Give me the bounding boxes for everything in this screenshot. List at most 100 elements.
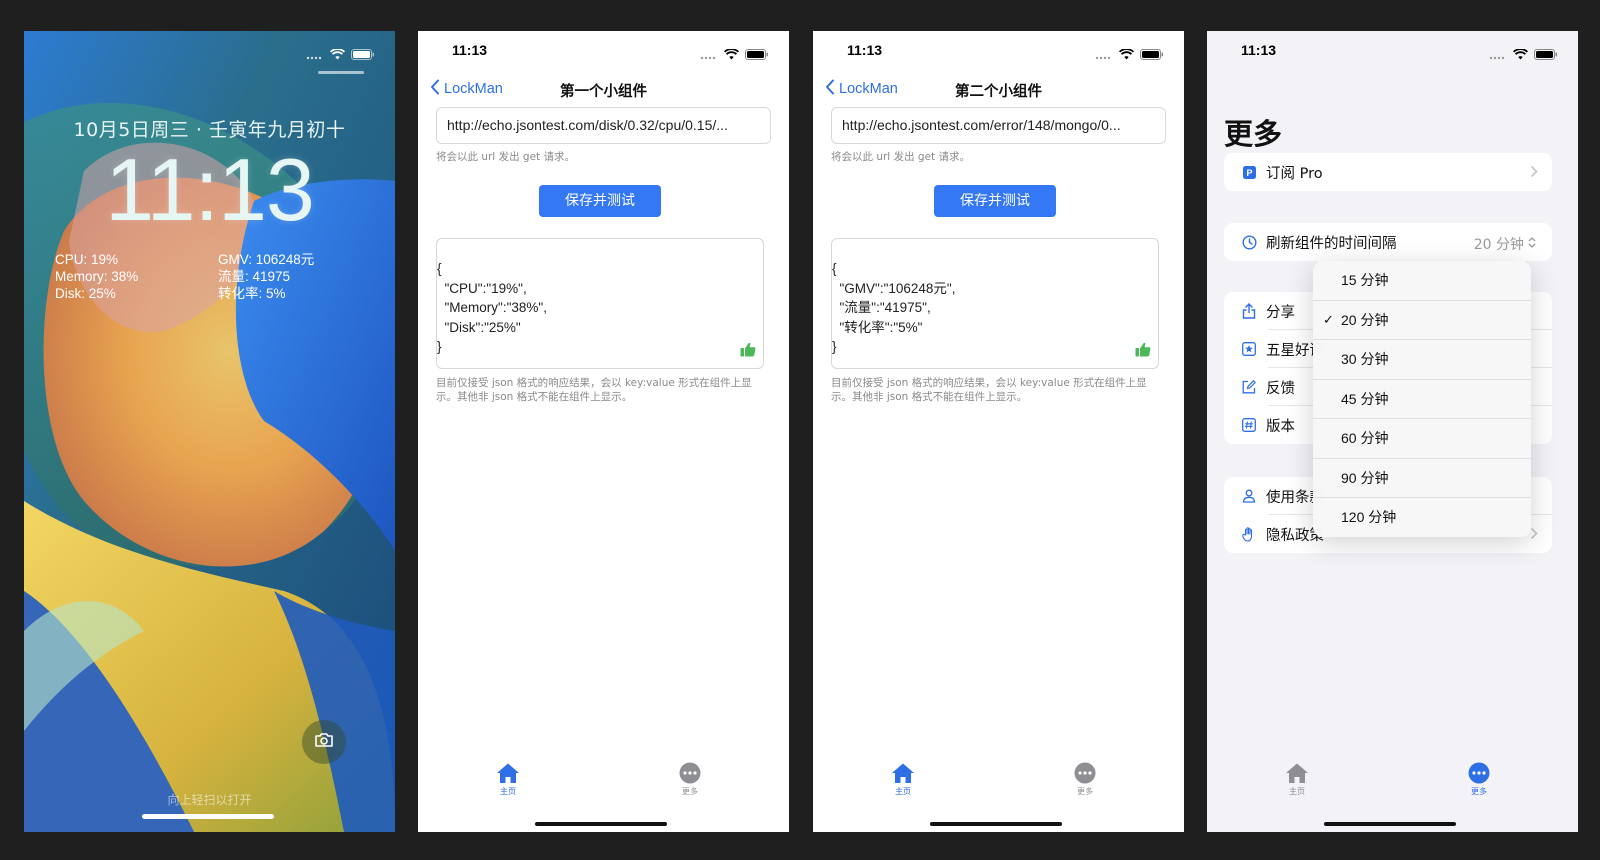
url-input[interactable]: http://echo.jsontest.com/disk/0.32/cpu/0… xyxy=(436,107,771,144)
more-icon xyxy=(1065,762,1105,784)
lock-status-icons xyxy=(306,45,375,64)
interval-option[interactable]: 60 分钟 xyxy=(1313,418,1531,458)
save-and-test-button[interactable]: 保存并测试 xyxy=(934,185,1056,217)
tab-more[interactable]: 更多 xyxy=(670,762,710,797)
camera-icon xyxy=(314,732,334,752)
interval-option[interactable]: 90 分钟 xyxy=(1313,457,1531,498)
compose-icon xyxy=(1240,378,1258,396)
more-icon xyxy=(1459,762,1499,784)
more-screen: 11:13 更多 P 订阅 Pro 刷新组件的时间间隔 20 分钟 分享 五星好… xyxy=(1207,31,1578,832)
tab-more-label: 更多 xyxy=(682,787,698,796)
interval-option[interactable]: 15 分钟 xyxy=(1313,261,1531,300)
page-title: 更多 xyxy=(1224,117,1283,151)
tab-home-label: 主页 xyxy=(895,787,911,796)
response-text: { "GMV":"106248元", "流量":"41975", "转化率":"… xyxy=(832,261,956,354)
option-label: 60 分钟 xyxy=(1341,430,1389,446)
widget-line: 转化率: 5% xyxy=(218,286,286,301)
wifi-icon xyxy=(723,45,740,64)
refresh-label: 刷新组件的时间间隔 xyxy=(1266,235,1397,252)
option-label: 90 分钟 xyxy=(1341,469,1389,486)
option-label: 30 分钟 xyxy=(1341,351,1389,367)
house-icon xyxy=(488,762,528,784)
option-label: 20 分钟 xyxy=(1341,311,1389,328)
status-bar: 11:13 xyxy=(418,31,789,71)
version-label: 版本 xyxy=(1266,418,1295,435)
response-note: 目前仅接受 json 格式的响应结果，会以 key:value 形式在组件上显示… xyxy=(831,377,1147,403)
tab-home-label: 主页 xyxy=(1289,787,1305,796)
battery-icon xyxy=(745,45,769,64)
status-time: 11:13 xyxy=(452,42,488,58)
subscribe-pro-row[interactable]: P 订阅 Pro xyxy=(1224,153,1552,191)
status-time: 11:13 xyxy=(847,42,883,58)
interval-option[interactable]: 30 分钟 xyxy=(1313,339,1531,379)
option-label: 120 分钟 xyxy=(1341,509,1397,525)
chevron-right-icon xyxy=(1530,527,1538,544)
thumbs-up-icon xyxy=(1135,342,1151,361)
url-input[interactable]: http://echo.jsontest.com/error/148/mongo… xyxy=(831,107,1166,144)
tab-home[interactable]: 主页 xyxy=(488,762,528,797)
tab-home-label: 主页 xyxy=(500,787,516,796)
lock-time: 11:13 xyxy=(105,140,315,239)
wifi-icon xyxy=(329,45,346,64)
lock-screen: 10月5日周三 · 壬寅年九月初十 11:13 CPU: 19% Memory:… xyxy=(24,31,395,832)
tab-more[interactable]: 更多 xyxy=(1065,762,1105,797)
home-indicator[interactable] xyxy=(930,822,1062,826)
refresh-interval-row[interactable]: 刷新组件的时间间隔 20 分钟 xyxy=(1224,223,1552,261)
chevron-right-icon xyxy=(1530,165,1538,182)
business-widget[interactable]: GMV: 106248元 流量: 41975 转化率: 5% xyxy=(218,251,314,302)
widget-one-screen: 11:13 LockMan 第一个小组件 http://echo.jsontes… xyxy=(418,31,789,832)
chevron-updown-icon xyxy=(1528,236,1536,252)
svg-text:P: P xyxy=(1246,168,1252,178)
refresh-value-text: 20 分钟 xyxy=(1473,237,1524,253)
signal-icon xyxy=(306,45,324,64)
url-hint: 将会以此 url 发出 get 请求。 xyxy=(436,151,575,163)
status-icons xyxy=(700,45,769,64)
flashlight-pill xyxy=(318,71,364,74)
tab-home[interactable]: 主页 xyxy=(883,762,923,797)
feedback-label: 反馈 xyxy=(1266,380,1295,397)
camera-button[interactable] xyxy=(302,720,346,764)
interval-option[interactable]: 45 分钟 xyxy=(1313,378,1531,419)
url-hint: 将会以此 url 发出 get 请求。 xyxy=(831,151,970,163)
response-box: { "CPU":"19%", "Memory":"38%", "Disk":"2… xyxy=(436,238,764,369)
checkmark-icon: ✓ xyxy=(1323,311,1334,327)
refresh-value[interactable]: 20 分钟 xyxy=(1474,234,1536,254)
subscribe-group: P 订阅 Pro xyxy=(1224,153,1552,191)
wifi-icon xyxy=(1512,45,1529,64)
widget-line: GMV: 106248元 xyxy=(218,252,315,267)
page-title: 第二个小组件 xyxy=(955,84,1042,100)
more-icon xyxy=(670,762,710,784)
widget-line: CPU: 19% xyxy=(55,252,119,267)
share-label: 分享 xyxy=(1266,304,1295,321)
interval-option[interactable]: 120 分钟 xyxy=(1313,497,1531,537)
signal-icon xyxy=(700,45,718,64)
hand-icon xyxy=(1240,525,1258,543)
interval-menu: 15 分钟 ✓ 20 分钟 30 分钟 45 分钟 60 分钟 90 分钟 120… xyxy=(1313,261,1531,537)
number-icon xyxy=(1240,416,1258,434)
status-bar: 11:13 xyxy=(1207,31,1578,71)
tab-bar: 主页 更多 xyxy=(418,762,789,802)
option-label: 45 分钟 xyxy=(1341,390,1389,407)
home-indicator[interactable] xyxy=(535,822,667,826)
pro-badge-icon: P xyxy=(1240,163,1258,181)
tab-home[interactable]: 主页 xyxy=(1277,762,1317,797)
home-indicator[interactable] xyxy=(142,814,274,819)
widget-line: Memory: 38% xyxy=(55,269,139,284)
subscribe-label: 订阅 Pro xyxy=(1266,165,1323,182)
home-indicator[interactable] xyxy=(1324,822,1456,826)
tab-more-label: 更多 xyxy=(1471,787,1487,796)
tab-more[interactable]: 更多 xyxy=(1459,762,1499,797)
tab-bar: 主页 更多 xyxy=(813,762,1184,802)
system-widget[interactable]: CPU: 19% Memory: 38% Disk: 25% xyxy=(55,251,138,302)
timer-icon xyxy=(1240,233,1258,251)
house-icon xyxy=(883,762,923,784)
battery-icon xyxy=(1534,45,1558,64)
person-icon xyxy=(1240,487,1258,505)
tab-bar: 主页 更多 xyxy=(1207,762,1578,802)
status-time: 11:13 xyxy=(1241,42,1277,58)
widget-line: Disk: 25% xyxy=(55,286,116,301)
interval-option-selected[interactable]: ✓ 20 分钟 xyxy=(1313,299,1531,340)
tab-more-label: 更多 xyxy=(1077,787,1093,796)
save-and-test-button[interactable]: 保存并测试 xyxy=(539,185,661,217)
widget-two-screen: 11:13 LockMan 第二个小组件 http://echo.jsontes… xyxy=(813,31,1184,832)
